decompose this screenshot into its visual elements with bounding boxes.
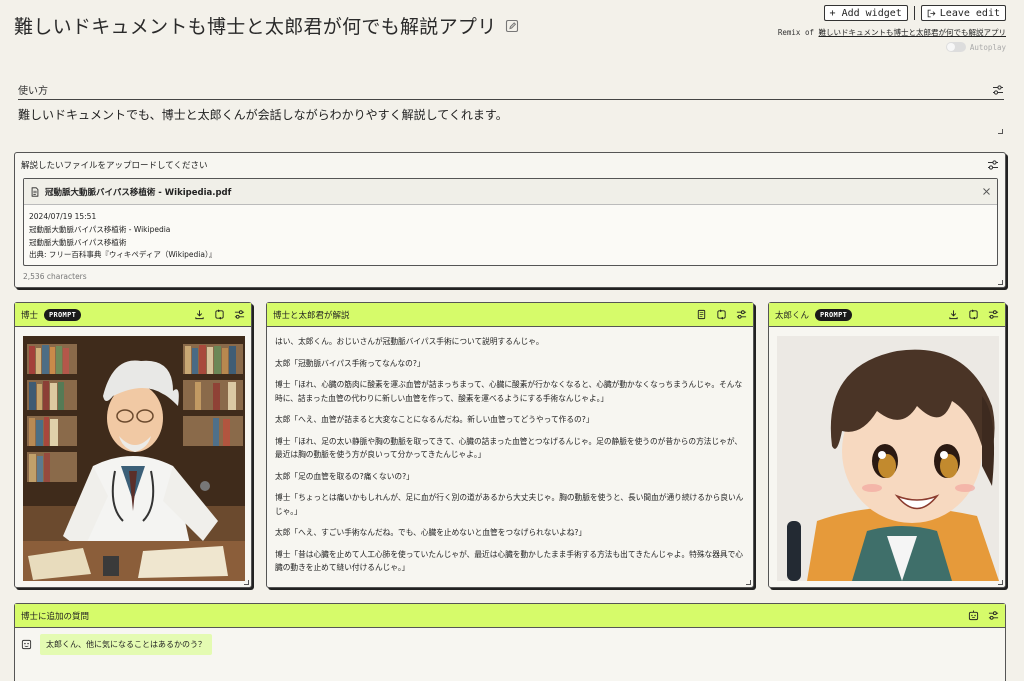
upload-label: 解説したいファイルをアップロードしてください: [21, 161, 208, 171]
chat-message: 太郎くん、他に気になることはあるかのう？: [21, 634, 212, 655]
remix-link[interactable]: 難しいドキュメントも博士と太郎君が何でも解説アプリ: [819, 28, 1007, 37]
settings-sliders-icon[interactable]: [234, 309, 245, 320]
settings-sliders-icon[interactable]: [992, 84, 1004, 96]
resize-handle[interactable]: [746, 580, 751, 585]
taro-header: 太郎くん PROMPT: [769, 303, 1005, 327]
dialogue-line: 博士「ちょっとは痛いかもしれんが、足に血が行く別の道があるから大丈夫じゃ。胸の動…: [275, 493, 744, 516]
header-divider: [913, 6, 915, 20]
hakase-image: [23, 336, 245, 581]
followup-panel: 博士に追加の質問 太郎くん、他に気になることはあるかのう？: [14, 603, 1006, 681]
hakase-image-panel: 博士 PROMPT: [14, 302, 252, 588]
remix-prefix: Remix of: [777, 28, 814, 37]
upload-panel: 解説したいファイルをアップロードしてください 冠動脈大動脈バイパス移植術 - W…: [14, 152, 1006, 288]
resize-handle[interactable]: [998, 280, 1003, 285]
dialogue-line: 太郎「へえ、すごい手術なんだね。でも、心臓を止めないと血管をつなげられないよね?…: [275, 528, 587, 537]
prompt-badge[interactable]: PROMPT: [815, 308, 853, 321]
leave-edit-button[interactable]: Leave edit: [920, 5, 1006, 21]
dialogue-line: 太郎「冠動脈バイパス手術ってなんなの?」: [275, 358, 425, 368]
settings-sliders-icon[interactable]: [988, 309, 999, 320]
copy-icon[interactable]: [696, 309, 707, 320]
close-icon[interactable]: [982, 187, 991, 196]
usage-label: 使い方: [18, 86, 48, 97]
dialogue-text: はい、太郎くん。おじいさんが冠動脈バイパス手術について説明するんじゃ。 太郎「冠…: [267, 327, 753, 591]
file-meta-line: 冠動脈大動脈バイパス移植術 - Wikipedia: [29, 224, 171, 234]
file-meta-line: 出典: フリー百科事典『ウィキペディア（Wikipedia）』: [29, 250, 217, 260]
hakase-label: 博士: [21, 310, 39, 321]
taro-label: 太郎くん: [775, 310, 810, 321]
file-metadata: 2024/07/19 15:51 冠動脈大動脈バイパス移植術 - Wikiped…: [24, 205, 997, 268]
edit-icon[interactable]: [505, 19, 519, 33]
dialogue-line: はい、太郎くん。おじいさんが冠動脈バイパス手術について説明するんじゃ。: [275, 337, 544, 346]
resize-handle[interactable]: [244, 580, 249, 585]
explanation-panel: 博士と太郎君が解説 はい、太郎くん。おじいさんが冠動脈バイパス手術について説明す…: [266, 302, 754, 588]
resize-handle[interactable]: [998, 129, 1003, 134]
hakase-illustration: [23, 336, 245, 581]
taro-illustration: [777, 336, 999, 581]
chat-bubble: 太郎くん、他に気になることはあるかのう？: [40, 634, 212, 655]
page-title: 難しいドキュメントも博士と太郎君が何でも解説アプリ: [14, 12, 519, 39]
dialogue-line: 太郎「へえ、血管が詰まると大変なことになるんだね。新しい血管ってどうやって作るの…: [275, 415, 594, 424]
add-widget-button[interactable]: + Add widget: [823, 5, 908, 21]
regenerate-icon[interactable]: [214, 309, 225, 320]
exit-icon: [927, 9, 936, 17]
settings-sliders-icon[interactable]: [987, 159, 999, 171]
settings-sliders-icon[interactable]: [736, 309, 747, 320]
regenerate-icon[interactable]: [968, 309, 979, 320]
taro-image-panel: 太郎くん PROMPT: [768, 302, 1006, 588]
taro-image: [777, 336, 999, 581]
page-title-text: 難しいドキュメントも博士と太郎君が何でも解説アプリ: [14, 16, 497, 38]
autoplay-label: Autoplay: [969, 42, 1006, 52]
bot-icon[interactable]: [968, 610, 979, 621]
character-count: 2,536 characters: [23, 272, 87, 281]
upload-header: 解説したいファイルをアップロードしてください: [15, 153, 1005, 177]
usage-description: 難しいドキュメントでも、博士と太郎くんが会話しながらわかりやすく解説してくれます…: [18, 108, 508, 122]
file-meta-line: 冠動脈大動脈バイパス移植術: [29, 237, 127, 247]
usage-header: 使い方: [18, 80, 1004, 100]
download-icon[interactable]: [194, 309, 205, 320]
add-widget-label: + Add widget: [829, 7, 902, 19]
file-name: 冠動脈大動脈バイパス移植術 - Wikipedia.pdf: [30, 186, 231, 198]
autoplay-control: Autoplay: [945, 42, 1006, 52]
download-icon[interactable]: [948, 309, 959, 320]
autoplay-toggle[interactable]: [945, 42, 966, 52]
regenerate-icon[interactable]: [716, 309, 727, 320]
document-icon: [31, 186, 39, 197]
file-row: 冠動脈大動脈バイパス移植術 - Wikipedia.pdf: [24, 179, 997, 205]
dialogue-line: 太郎「足の血管を取るの?痛くないの?」: [275, 471, 414, 481]
followup-header: 博士に追加の質問: [15, 604, 1005, 628]
resize-handle[interactable]: [998, 580, 1003, 585]
file-name-text: 冠動脈大動脈バイパス移植術 - Wikipedia.pdf: [45, 187, 232, 198]
leave-edit-label: Leave edit: [939, 7, 1000, 19]
followup-label: 博士に追加の質問: [21, 611, 90, 622]
prompt-badge[interactable]: PROMPT: [44, 308, 82, 321]
header-actions: + Add widget Leave edit: [823, 5, 1006, 21]
dialogue-line: 博士「ほれ、足の太い静脈や胸の動脈を取ってきて、心臓の詰まった血管とつなげるんじ…: [275, 436, 743, 460]
explanation-header: 博士と太郎君が解説: [267, 303, 753, 327]
remix-info: Remix of 難しいドキュメントも博士と太郎君が何でも解説アプリ: [778, 27, 1006, 38]
bot-avatar-icon: [21, 639, 32, 650]
explanation-label: 博士と太郎君が解説: [273, 310, 350, 321]
uploaded-file-card: 冠動脈大動脈バイパス移植術 - Wikipedia.pdf 2024/07/19…: [23, 178, 998, 266]
settings-sliders-icon[interactable]: [988, 610, 999, 621]
file-meta-line: 2024/07/19 15:51: [29, 212, 97, 221]
hakase-header: 博士 PROMPT: [15, 303, 251, 327]
dialogue-line: 博士「ほれ、心臓の筋肉に酸素を運ぶ血管が詰まっちまって、心臓に酸素が行かなくなる…: [275, 380, 743, 403]
dialogue-line: 博士「昔は心臓を止めて人工心肺を使っていたんじゃが、最近は心臓を動かしたまま手術…: [275, 549, 743, 573]
usage-section: 使い方 難しいドキュメントでも、博士と太郎くんが会話しながらわかりやすく解説して…: [18, 80, 1004, 123]
